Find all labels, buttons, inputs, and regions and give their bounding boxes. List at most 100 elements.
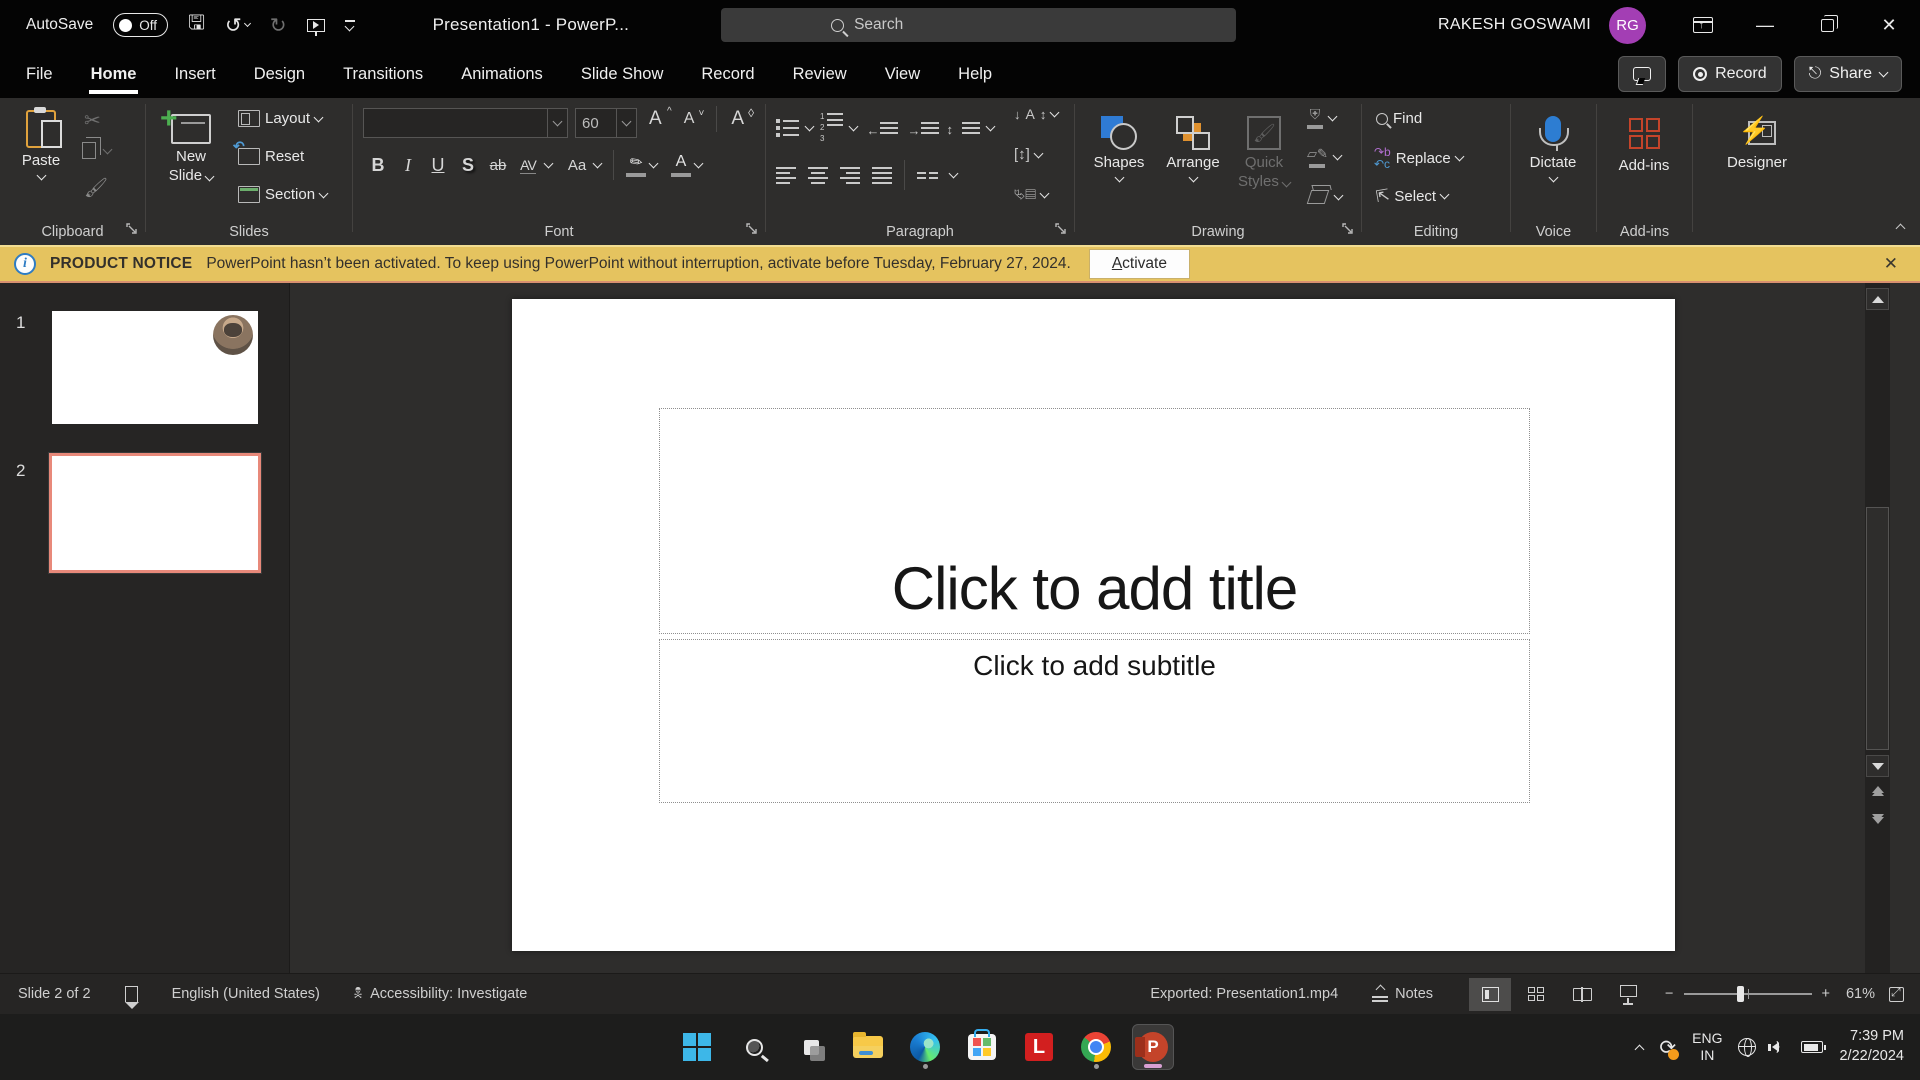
sync-tray-icon[interactable]: ⟳ [1659,1035,1679,1060]
fit-slide-button[interactable] [1889,985,1904,1002]
task-view-button[interactable] [790,1024,832,1070]
text-direction-button[interactable]: ↓ A ↕ [1014,106,1060,122]
bullets-button[interactable] [776,119,799,137]
italic-button[interactable]: I [395,151,421,179]
change-case-button[interactable]: Aa [564,151,590,179]
increase-font-size-button[interactable]: A ^ [649,106,672,130]
addins-button[interactable]: Add-ins [1607,108,1681,176]
reset-button[interactable]: Reset [233,138,304,165]
chevron-down-icon[interactable] [948,168,959,179]
slide-indicator[interactable]: Slide 2 of 2 [18,986,91,1002]
file-explorer-button[interactable] [847,1024,889,1070]
text-shadow-button[interactable]: S [455,151,481,179]
select-button[interactable]: ⇱ Select [1375,186,1450,206]
font-size-input[interactable] [576,114,616,132]
section-button[interactable]: Section [238,186,329,203]
strikethrough-button[interactable]: ab [485,151,511,179]
tab-home[interactable]: Home [81,50,147,98]
chevron-down-icon[interactable] [986,121,996,132]
chevron-down-icon[interactable] [804,121,815,132]
restore-button[interactable] [1796,0,1858,50]
slide-2-thumbnail[interactable] [48,452,262,574]
chevron-down-icon[interactable] [547,109,567,137]
tab-record[interactable]: Record [691,50,764,98]
font-size-combobox[interactable] [575,108,637,138]
language-indicator[interactable]: English (United States) [172,986,320,1002]
account-name[interactable]: RAKESH GOSWAMI [1438,16,1591,34]
align-center-button[interactable] [808,166,828,184]
paragraph-dialog-launcher[interactable] [1055,221,1066,239]
bold-button[interactable]: B [365,151,391,179]
arrange-button[interactable]: Arrange [1157,106,1229,183]
search-box[interactable] [721,8,1237,42]
designer-button[interactable]: ⚡ Designer [1711,108,1803,173]
search-input[interactable] [854,16,1155,34]
scroll-up-button[interactable] [1866,288,1889,310]
tab-insert[interactable]: Insert [164,50,225,98]
increase-indent-button[interactable]: → [907,122,940,138]
vertical-scrollbar[interactable] [1865,283,1890,973]
close-button[interactable]: ✕ [1858,0,1920,50]
font-name-input[interactable] [364,114,547,132]
zoom-slider[interactable] [1683,986,1812,1002]
replace-button[interactable]: ↷b ↶c Replace [1374,146,1465,170]
align-right-button[interactable] [840,166,860,184]
tab-design[interactable]: Design [244,50,315,98]
slide-editing-surface[interactable]: Click to add title Click to add subtitle [512,299,1675,951]
find-button[interactable]: Find [1376,110,1422,127]
dictate-button[interactable]: Dictate [1517,106,1589,183]
tab-view[interactable]: View [875,50,930,98]
zoom-in-button[interactable]: + [1822,986,1830,1002]
copy-button[interactable] [82,137,113,159]
previous-slide-button[interactable] [1868,786,1888,796]
chevron-down-icon[interactable] [543,158,554,169]
chevron-down-icon[interactable] [849,121,859,132]
volume-icon[interactable] [1768,1039,1785,1055]
shape-fill-button[interactable]: ⛨ [1307,106,1338,129]
format-painter-button[interactable]: 🖌 [84,176,108,200]
taskbar-search-button[interactable] [733,1024,775,1070]
comments-button[interactable] [1618,56,1667,92]
scrollbar-thumb[interactable] [1866,507,1889,750]
tab-help[interactable]: Help [948,50,1002,98]
paste-button[interactable]: Paste [12,100,70,181]
chevron-down-icon[interactable] [648,158,659,169]
chevron-down-icon[interactable] [592,158,603,169]
clock[interactable]: 7:39 PM 2/22/2024 [1839,1027,1904,1066]
slide-sorter-view-button[interactable] [1515,978,1557,1011]
shape-effects-button[interactable] [1306,190,1344,204]
convert-smartart-button[interactable]: ⮱▤ [1014,186,1050,203]
tab-file[interactable]: File [16,50,63,98]
edge-button[interactable] [904,1024,946,1070]
scroll-down-button[interactable] [1866,755,1889,777]
slide-show-button[interactable] [1607,978,1649,1011]
powerpoint-button[interactable]: P [1132,1024,1174,1070]
accessibility-checker[interactable]: 🕱 Accessibility: Investigate [354,985,527,1003]
font-color-button[interactable]: A [671,153,691,177]
zoom-level[interactable]: 61% [1846,986,1875,1002]
chevron-down-icon[interactable] [693,158,704,169]
tab-animations[interactable]: Animations [451,50,553,98]
tab-review[interactable]: Review [783,50,857,98]
normal-view-button[interactable] [1469,977,1512,1011]
avatar[interactable]: RG [1609,6,1646,44]
justify-button[interactable] [872,166,892,184]
shapes-button[interactable]: Shapes [1083,106,1155,183]
tab-transitions[interactable]: Transitions [333,50,433,98]
ribbon-display-options-button[interactable] [1672,0,1734,50]
drawing-dialog-launcher[interactable] [1342,221,1353,239]
subtitle-placeholder[interactable]: Click to add subtitle [659,639,1530,803]
microsoft-store-button[interactable] [961,1024,1003,1070]
start-slideshow-icon[interactable] [306,18,325,36]
layout-button[interactable]: Layout [238,110,324,127]
chevron-down-icon[interactable] [616,109,636,137]
l-app-button[interactable]: L [1018,1024,1060,1070]
spell-check-button[interactable] [124,986,139,1009]
next-slide-button[interactable] [1868,814,1888,824]
cut-button[interactable]: ✂ [84,108,101,133]
save-icon[interactable]: 🖫 [188,8,205,42]
clipboard-dialog-launcher[interactable] [126,221,137,239]
numbering-button[interactable]: 123 [820,112,844,144]
tab-slide-show[interactable]: Slide Show [571,50,674,98]
customize-quick-access-icon[interactable] [344,20,355,32]
